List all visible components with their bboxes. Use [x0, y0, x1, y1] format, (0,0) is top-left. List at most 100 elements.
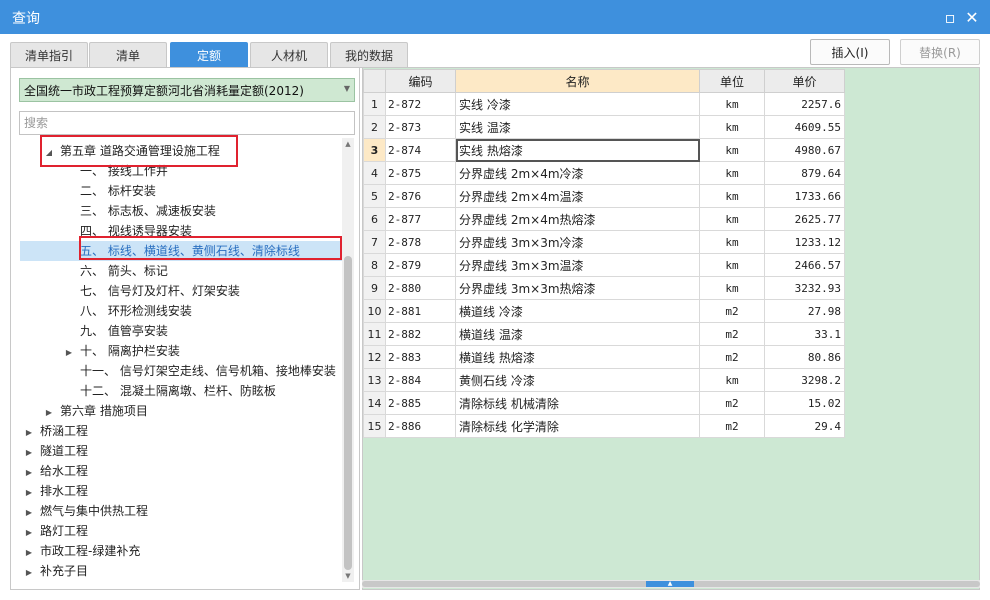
- row-name[interactable]: 分界虚线 3m×3m冷漆: [455, 230, 700, 254]
- row-number[interactable]: 11: [363, 322, 386, 346]
- row-unit[interactable]: km: [699, 253, 765, 277]
- row-unit[interactable]: km: [699, 161, 765, 185]
- table-row[interactable]: 8 2-879 分界虚线 3m×3m温漆 km 2466.57: [363, 253, 845, 277]
- row-code[interactable]: 2-879: [385, 253, 456, 277]
- row-number[interactable]: 10: [363, 299, 386, 323]
- tree-scrollbar[interactable]: ▲ ▼: [342, 138, 354, 582]
- row-number[interactable]: 8: [363, 253, 386, 277]
- row-number[interactable]: 3: [363, 138, 386, 162]
- row-name[interactable]: 分界虚线 3m×3m温漆: [455, 253, 700, 277]
- row-price[interactable]: 2257.6: [764, 92, 845, 116]
- tree-node[interactable]: ▶ 补充子目: [12, 561, 342, 580]
- row-price[interactable]: 879.64: [764, 161, 845, 185]
- tree-node[interactable]: ▶ 第六章 措施项目: [12, 401, 342, 421]
- col-price[interactable]: 单价: [764, 69, 845, 93]
- table-row[interactable]: 15 2-886 清除标线 化学清除 m2 29.4: [363, 414, 845, 438]
- row-name[interactable]: 实线 冷漆: [455, 92, 700, 116]
- expand-toggle-icon[interactable]: ▶: [24, 503, 34, 523]
- row-number[interactable]: 1: [363, 92, 386, 116]
- row-number[interactable]: 9: [363, 276, 386, 300]
- row-unit[interactable]: m2: [699, 391, 765, 415]
- expand-toggle-icon[interactable]: ▶: [24, 563, 34, 580]
- table-row[interactable]: 12 2-883 横道线 热熔漆 m2 80.86: [363, 345, 845, 369]
- row-name[interactable]: 分界虚线 2m×4m温漆: [455, 184, 700, 208]
- table-row[interactable]: 6 2-877 分界虚线 2m×4m热熔漆 km 2625.77: [363, 207, 845, 231]
- row-name[interactable]: 分界虚线 3m×3m热熔漆: [455, 276, 700, 300]
- row-number[interactable]: 4: [363, 161, 386, 185]
- row-code[interactable]: 2-875: [385, 161, 456, 185]
- scroll-down-icon[interactable]: ▼: [342, 570, 354, 582]
- col-code[interactable]: 编码: [385, 69, 456, 93]
- expand-toggle-icon[interactable]: ▶: [24, 543, 34, 563]
- row-code[interactable]: 2-872: [385, 92, 456, 116]
- search-input[interactable]: [19, 111, 355, 135]
- row-unit[interactable]: m2: [699, 322, 765, 346]
- row-unit[interactable]: m2: [699, 299, 765, 323]
- row-unit[interactable]: km: [699, 368, 765, 392]
- row-name[interactable]: 黄侧石线 冷漆: [455, 368, 700, 392]
- row-code[interactable]: 2-886: [385, 414, 456, 438]
- row-name[interactable]: 分界虚线 2m×4m冷漆: [455, 161, 700, 185]
- tree-node[interactable]: ▶ 隧道工程: [12, 441, 342, 461]
- row-unit[interactable]: km: [699, 184, 765, 208]
- row-price[interactable]: 1733.66: [764, 184, 845, 208]
- row-price[interactable]: 3298.2: [764, 368, 845, 392]
- row-price[interactable]: 4980.67: [764, 138, 845, 162]
- tree-node[interactable]: 八、 环形检测线安装: [12, 301, 342, 321]
- table-row[interactable]: 4 2-875 分界虚线 2m×4m冷漆 km 879.64: [363, 161, 845, 185]
- table-row[interactable]: 7 2-878 分界虚线 3m×3m冷漆 km 1233.12: [363, 230, 845, 254]
- table-row[interactable]: 2 2-873 实线 温漆 km 4609.55: [363, 115, 845, 139]
- tree-scroll-thumb[interactable]: [344, 256, 352, 570]
- table-row[interactable]: 5 2-876 分界虚线 2m×4m温漆 km 1733.66: [363, 184, 845, 208]
- row-price[interactable]: 15.02: [764, 391, 845, 415]
- row-price[interactable]: 27.98: [764, 299, 845, 323]
- row-code[interactable]: 2-883: [385, 345, 456, 369]
- row-price[interactable]: 2625.77: [764, 207, 845, 231]
- row-code[interactable]: 2-878: [385, 230, 456, 254]
- tree-node[interactable]: 六、 箭头、标记: [12, 261, 342, 281]
- row-number[interactable]: 5: [363, 184, 386, 208]
- row-name[interactable]: 实线 温漆: [455, 115, 700, 139]
- tree-node[interactable]: ▶ 十、 隔离护栏安装: [12, 341, 342, 361]
- row-number[interactable]: 13: [363, 368, 386, 392]
- row-unit[interactable]: m2: [699, 414, 765, 438]
- tab-quota[interactable]: 定额: [170, 42, 248, 68]
- row-code[interactable]: 2-873: [385, 115, 456, 139]
- expand-toggle-icon[interactable]: ▶: [24, 443, 34, 463]
- quota-library-select[interactable]: 全国统一市政工程预算定额河北省消耗量定额(2012) ▼: [19, 78, 355, 102]
- row-price[interactable]: 1233.12: [764, 230, 845, 254]
- row-code[interactable]: 2-882: [385, 322, 456, 346]
- expand-toggle-icon[interactable]: ▶: [24, 483, 34, 503]
- table-row[interactable]: 10 2-881 横道线 冷漆 m2 27.98: [363, 299, 845, 323]
- row-unit[interactable]: km: [699, 230, 765, 254]
- close-icon[interactable]: ✕: [962, 7, 982, 27]
- col-unit[interactable]: 单位: [699, 69, 765, 93]
- row-price[interactable]: 33.1: [764, 322, 845, 346]
- tree-node[interactable]: ▶ 桥涵工程: [12, 421, 342, 441]
- expand-toggle-icon[interactable]: ▶: [24, 463, 34, 483]
- row-code[interactable]: 2-877: [385, 207, 456, 231]
- row-unit[interactable]: km: [699, 92, 765, 116]
- row-code[interactable]: 2-885: [385, 391, 456, 415]
- table-row[interactable]: 1 2-872 实线 冷漆 km 2257.6: [363, 92, 845, 116]
- replace-button[interactable]: 替换(R): [900, 39, 980, 65]
- tree-node[interactable]: 七、 信号灯及灯杆、灯架安装: [12, 281, 342, 301]
- row-number[interactable]: 14: [363, 391, 386, 415]
- row-number[interactable]: 2: [363, 115, 386, 139]
- table-row[interactable]: 13 2-884 黄侧石线 冷漆 km 3298.2: [363, 368, 845, 392]
- table-row[interactable]: 3 2-874 实线 热熔漆 km 4980.67: [363, 138, 845, 162]
- row-number[interactable]: 15: [363, 414, 386, 438]
- row-number[interactable]: 12: [363, 345, 386, 369]
- row-code[interactable]: 2-880: [385, 276, 456, 300]
- row-name[interactable]: 清除标线 化学清除: [455, 414, 700, 438]
- col-name[interactable]: 名称: [455, 69, 700, 93]
- tree-node[interactable]: 九、 值管亭安装: [12, 321, 342, 341]
- insert-button[interactable]: 插入(I): [810, 39, 890, 65]
- row-number[interactable]: 6: [363, 207, 386, 231]
- tree-node[interactable]: ▶ 路灯工程: [12, 521, 342, 541]
- row-unit[interactable]: km: [699, 115, 765, 139]
- expand-toggle-icon[interactable]: ▶: [44, 403, 54, 423]
- tab-my-data[interactable]: 我的数据: [330, 42, 408, 68]
- tree-node[interactable]: ▶ 市政工程-绿建补充: [12, 541, 342, 561]
- tree-node[interactable]: ▶ 燃气与集中供热工程: [12, 501, 342, 521]
